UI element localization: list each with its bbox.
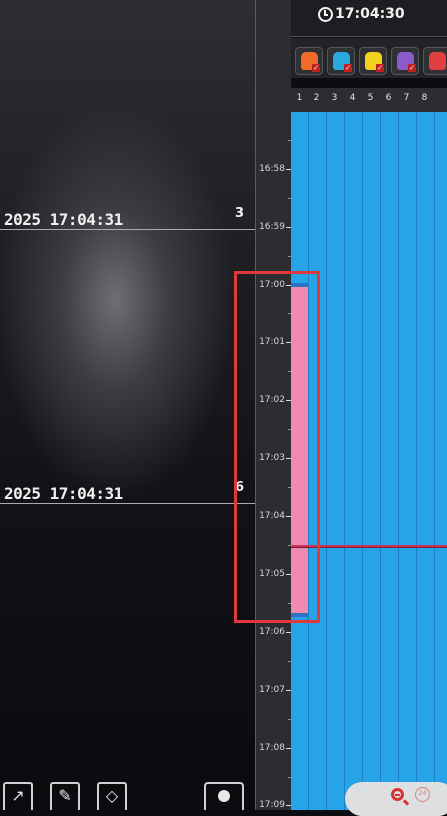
channel-separator <box>398 112 399 810</box>
crop-icon: ↗ <box>11 786 25 805</box>
tick-label: 17:06 <box>259 627 285 637</box>
channel-number[interactable]: 3 <box>326 93 343 103</box>
highlight-annotation <box>234 271 320 623</box>
channel-number[interactable]: 2 <box>308 93 325 103</box>
clock-icon <box>318 6 333 22</box>
region-button[interactable]: ◇ <box>97 782 127 810</box>
tick-label: 17:07 <box>259 685 285 695</box>
camera-view-panel[interactable]: 2025 17:04:31 3 2025 17:04:31 6 ↗ ✎ ◇ <box>0 0 255 810</box>
tick-label: 16:58 <box>259 164 285 174</box>
crop-button[interactable]: ↗ <box>3 782 33 810</box>
channel-separator <box>434 112 435 810</box>
camera-number: 3 <box>235 206 245 221</box>
channel-separator <box>362 112 363 810</box>
channel-separator <box>380 112 381 810</box>
tick-label: 16:59 <box>259 222 285 232</box>
channel-number[interactable]: 1 <box>291 93 308 103</box>
channel-number[interactable]: 6 <box>380 93 397 103</box>
channel-number[interactable]: 7 <box>398 93 415 103</box>
channel-separator <box>326 112 327 810</box>
pen-icon: ✎ <box>58 786 72 805</box>
tick-label: 17:08 <box>259 743 285 753</box>
filter-face-button[interactable]: ✓ <box>327 47 355 75</box>
channel-number[interactable]: 8 <box>416 93 433 103</box>
clock-time: 17:04:30 <box>335 6 405 22</box>
camera-view-lower <box>0 500 255 810</box>
checked-icon: ✓ <box>344 64 352 72</box>
checked-icon: ✓ <box>408 64 416 72</box>
zoom-control: 24 <box>345 782 447 816</box>
tick-label: 17:09 <box>259 800 285 810</box>
zoom-out-icon[interactable] <box>391 788 404 801</box>
camera-divider <box>0 229 255 230</box>
channel-separator <box>344 112 345 810</box>
diamond-icon: ◇ <box>105 786 119 805</box>
current-time: 17:04:30 <box>318 6 405 22</box>
checked-icon: ✓ <box>376 64 384 72</box>
filter-vehicle-button[interactable]: ✓ <box>295 47 323 75</box>
draw-button[interactable]: ✎ <box>50 782 80 810</box>
zoom-level-icon[interactable]: 24 <box>415 787 430 802</box>
channel-number[interactable]: 5 <box>362 93 379 103</box>
camera-divider <box>0 503 255 504</box>
filter-motion-button[interactable]: ✓ <box>359 47 387 75</box>
tripwire-icon <box>429 52 446 70</box>
camera-timestamp: 2025 17:04:31 <box>4 210 123 229</box>
filter-object-button[interactable]: ✓ <box>391 47 419 75</box>
channel-number[interactable]: 4 <box>344 93 361 103</box>
checked-icon: ✓ <box>312 64 320 72</box>
settings-icon <box>218 790 230 802</box>
camera-timestamp: 2025 17:04:31 <box>4 484 123 503</box>
filter-tripwire-button[interactable] <box>423 47 447 75</box>
settings-button[interactable] <box>204 782 244 810</box>
channel-separator <box>416 112 417 810</box>
